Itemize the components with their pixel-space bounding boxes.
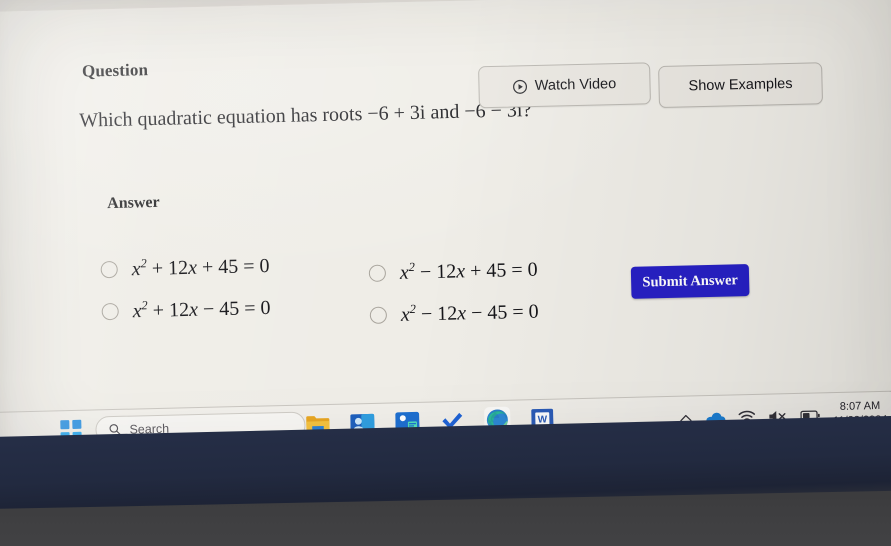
radio-button-0[interactable] (100, 260, 118, 279)
answer-choice-3[interactable]: x2 − 12x − 45 = 0 (369, 299, 539, 328)
answer-choice-1-label: x2 + 12x − 45 = 0 (132, 296, 271, 323)
watch-video-button[interactable]: Watch Video (478, 62, 651, 109)
clock-time: 8:07 AM (839, 399, 881, 413)
answer-choice-0-label: x2 + 12x + 45 = 0 (131, 254, 270, 281)
answer-choice-0[interactable]: x2 + 12x + 45 = 0 (100, 253, 270, 282)
radio-button-2[interactable] (368, 264, 387, 282)
screenshot-root: Question Which quadratic equation has ro… (0, 0, 891, 546)
question-root-1: −6 + 3i (367, 101, 426, 125)
answer-choice-2[interactable]: x2 − 12x + 45 = 0 (368, 257, 538, 286)
answer-choice-3-label: x2 − 12x − 45 = 0 (400, 300, 539, 326)
answer-heading: Answer (106, 193, 160, 213)
submit-answer-label: Submit Answer (642, 271, 739, 291)
page-content: Question Which quadratic equation has ro… (0, 0, 891, 412)
svg-text:W: W (538, 414, 548, 425)
show-examples-button[interactable]: Show Examples (658, 62, 824, 109)
question-card: Question Which quadratic equation has ro… (45, 0, 854, 398)
submit-answer-button[interactable]: Submit Answer (630, 264, 750, 299)
question-heading: Question (81, 60, 149, 81)
watch-video-label: Watch Video (534, 76, 617, 95)
question-conjunction: and (425, 100, 465, 124)
answer-choice-1[interactable]: x2 + 12x − 45 = 0 (101, 295, 271, 324)
show-examples-label: Show Examples (688, 75, 793, 95)
play-circle-icon (513, 79, 528, 94)
answer-choice-2-label: x2 − 12x + 45 = 0 (399, 258, 538, 284)
question-prompt: Which quadratic equation has roots −6 + … (79, 99, 532, 133)
question-prompt-prefix: Which quadratic equation has roots (78, 102, 368, 132)
laptop-screen: Question Which quadratic equation has ro… (0, 0, 891, 486)
radio-button-3[interactable] (369, 306, 388, 324)
radio-button-1[interactable] (101, 302, 119, 321)
